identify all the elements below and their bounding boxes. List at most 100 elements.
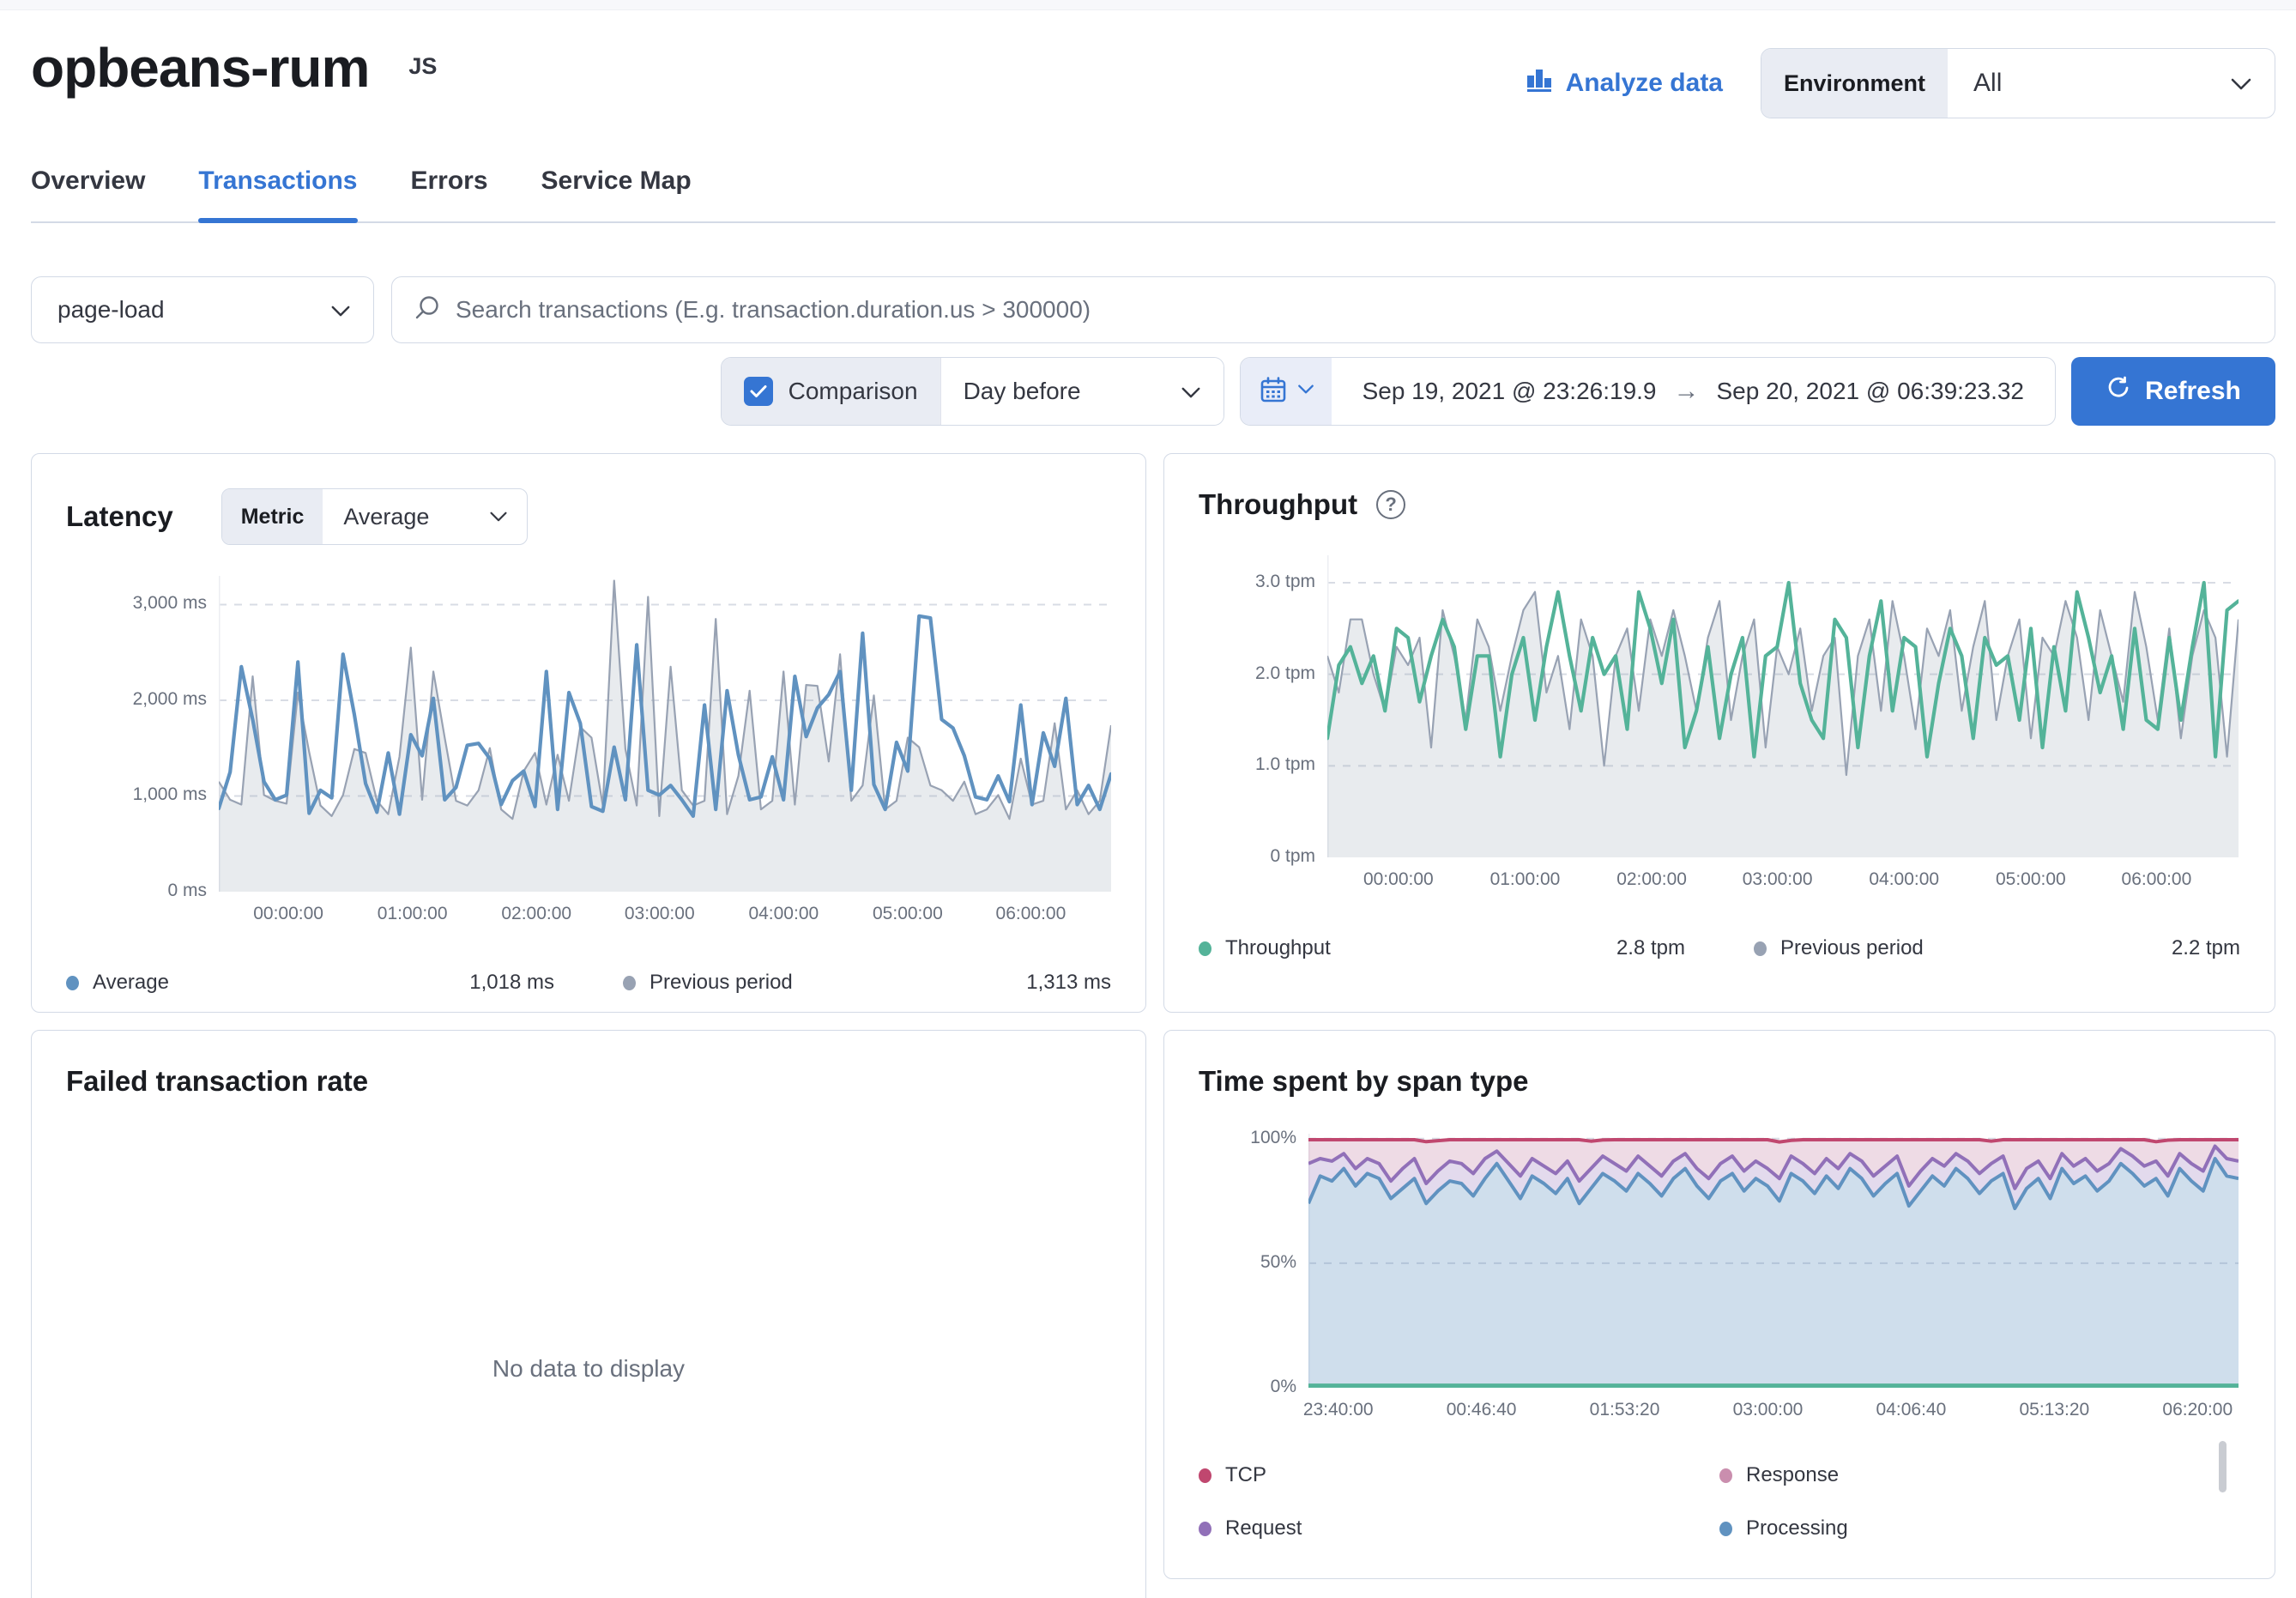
legend-label: Request <box>1225 1516 1719 1540</box>
chevron-down-icon <box>1297 384 1314 399</box>
service-tabs: Overview Transactions Errors Service Map <box>31 166 2275 223</box>
y-axis-tick: 2.0 tpm <box>1255 663 1315 684</box>
x-axis-tick: 03:00:00 <box>1733 1400 1804 1420</box>
y-axis-tick: 0 ms <box>167 881 207 901</box>
date-range-start[interactable]: Sep 19, 2021 @ 23:26:19.9 <box>1332 378 1664 405</box>
legend-item[interactable]: Previous period2.2 tpm <box>1754 936 2240 960</box>
legend-scrollbar[interactable] <box>2219 1441 2227 1492</box>
x-axis-tick: 23:40:00 <box>1303 1400 1374 1420</box>
legend-item[interactable]: Throughput2.8 tpm <box>1199 936 1685 960</box>
legend-label: Previous period <box>1780 936 2172 960</box>
legend-dot <box>66 976 79 990</box>
legend-label: TCP <box>1225 1463 1719 1487</box>
comparison-period-select[interactable]: Day before <box>940 358 1224 425</box>
arrow-right-icon: → <box>1664 377 1710 406</box>
environment-value: All <box>1973 69 2002 98</box>
x-axis-tick: 06:00:00 <box>2122 869 2192 890</box>
legend-dot <box>1199 1468 1211 1483</box>
page-title: opbeans-rum <box>31 39 369 97</box>
y-axis-tick: 1.0 tpm <box>1255 754 1315 775</box>
refresh-icon <box>2106 375 2131 408</box>
legend-item[interactable]: Processing <box>1719 1516 2240 1540</box>
legend-dot <box>1754 941 1767 956</box>
legend-label: Average <box>93 971 469 995</box>
throughput-chart[interactable]: 3.0 tpm2.0 tpm1.0 tpm0 tpm00:00:0001:00:… <box>1327 555 2240 899</box>
y-axis-tick: 1,000 ms <box>133 784 207 805</box>
x-axis-tick: 05:13:20 <box>2019 1400 2089 1420</box>
analyze-data-link[interactable]: Analyze data <box>1525 65 1723 101</box>
legend-label: Processing <box>1746 1516 2240 1540</box>
date-range-end[interactable]: Sep 20, 2021 @ 06:39:23.32 <box>1710 378 2056 405</box>
apm-service-overview-page: opbeans-rum JS Analyze data Environment … <box>0 0 2296 1598</box>
x-axis-tick: 00:00:00 <box>253 904 323 924</box>
y-axis-tick: 0% <box>1271 1377 1296 1397</box>
throughput-title: Throughput <box>1199 488 1357 521</box>
chevron-down-icon <box>2230 69 2252 98</box>
legend-label: Response <box>1746 1463 2240 1487</box>
time-spent-title: Time spent by span type <box>1199 1065 2240 1098</box>
tab-transactions[interactable]: Transactions <box>198 166 357 221</box>
legend-item[interactable]: Previous period1,313 ms <box>623 971 1111 995</box>
x-axis-tick: 00:46:40 <box>1447 1400 1517 1420</box>
transaction-type-select[interactable]: page-load <box>31 276 374 343</box>
environment-select[interactable]: Environment All <box>1761 48 2275 118</box>
question-circle-icon[interactable]: ? <box>1376 490 1405 519</box>
x-axis-tick: 03:00:00 <box>625 904 695 924</box>
tab-overview[interactable]: Overview <box>31 166 145 221</box>
x-axis-tick: 05:00:00 <box>873 904 943 924</box>
chevron-down-icon <box>1181 378 1201 405</box>
tab-errors[interactable]: Errors <box>411 166 488 221</box>
failed-rate-title: Failed transaction rate <box>66 1065 1111 1098</box>
legend-item[interactable]: Average1,018 ms <box>66 971 554 995</box>
agent-badge-js: JS <box>408 53 437 80</box>
x-axis-tick: 00:00:00 <box>1363 869 1434 890</box>
legend-item[interactable]: Request <box>1199 1516 1719 1540</box>
chevron-down-icon <box>489 511 508 523</box>
x-axis-tick: 02:00:00 <box>1616 869 1687 890</box>
tab-service-map[interactable]: Service Map <box>541 166 692 221</box>
search-input[interactable] <box>456 296 2254 324</box>
latency-legend: Average1,018 ms Previous period1,313 ms <box>66 971 1111 995</box>
latency-title: Latency <box>66 500 173 533</box>
comparison-control: Comparison Day before <box>721 357 1224 426</box>
time-spent-legend: TCP Response Request Processing <box>1199 1463 2240 1540</box>
quick-select-menu[interactable] <box>1241 358 1332 425</box>
legend-label: Throughput <box>1225 936 1616 960</box>
y-axis-tick: 50% <box>1260 1252 1296 1273</box>
date-range-picker: Sep 19, 2021 @ 23:26:19.9 → Sep 20, 2021… <box>1240 357 2056 426</box>
environment-label: Environment <box>1761 49 1948 118</box>
time-spent-chart[interactable]: 100%50%0%23:40:0000:46:4001:53:2003:00:0… <box>1308 1134 2240 1429</box>
latency-metric-select[interactable]: Metric Average <box>221 488 529 545</box>
y-axis-tick: 3,000 ms <box>133 593 207 614</box>
page-header: opbeans-rum JS Analyze data Environment … <box>31 10 2275 118</box>
x-axis-tick: 01:00:00 <box>1490 869 1561 890</box>
x-axis-tick: 01:53:20 <box>1590 1400 1660 1420</box>
transaction-search[interactable] <box>391 276 2275 343</box>
legend-dot <box>1719 1522 1732 1536</box>
y-axis-tick: 3.0 tpm <box>1255 572 1315 592</box>
no-data-message: No data to display <box>66 1355 1111 1383</box>
legend-value: 1,018 ms <box>469 971 554 995</box>
search-icon <box>413 294 442 327</box>
x-axis-tick: 01:00:00 <box>378 904 448 924</box>
legend-dot <box>623 976 636 990</box>
comparison-checkbox[interactable] <box>744 377 773 406</box>
refresh-button[interactable]: Refresh <box>2071 357 2275 426</box>
chevron-down-icon <box>330 296 351 324</box>
y-axis-tick: 100% <box>1250 1128 1296 1148</box>
x-axis-tick: 04:00:00 <box>748 904 819 924</box>
x-axis-tick: 04:06:40 <box>1876 1400 1947 1420</box>
legend-value: 2.2 tpm <box>2172 936 2240 960</box>
x-axis-tick: 06:00:00 <box>996 904 1066 924</box>
failed-transaction-rate-panel: Failed transaction rate No data to displ… <box>31 1030 1146 1598</box>
throughput-legend: Throughput2.8 tpm Previous period2.2 tpm <box>1199 936 2240 960</box>
legend-label: Previous period <box>650 971 1026 995</box>
x-axis-tick: 06:20:00 <box>2162 1400 2233 1420</box>
legend-item[interactable]: TCP <box>1199 1463 1719 1487</box>
latency-panel: Latency Metric Average 3,000 ms2,000 ms1… <box>31 453 1146 1013</box>
time-spent-panel: Time spent by span type 100% 50% 0% 23:40:0… <box>1163 1030 2275 1579</box>
latency-chart[interactable]: 3,000 ms2,000 ms1,000 ms0 ms00:00:0001:0… <box>219 576 1111 933</box>
legend-dot <box>1199 941 1211 956</box>
x-axis-tick: 05:00:00 <box>1996 869 2066 890</box>
legend-item[interactable]: Response <box>1719 1463 2240 1487</box>
